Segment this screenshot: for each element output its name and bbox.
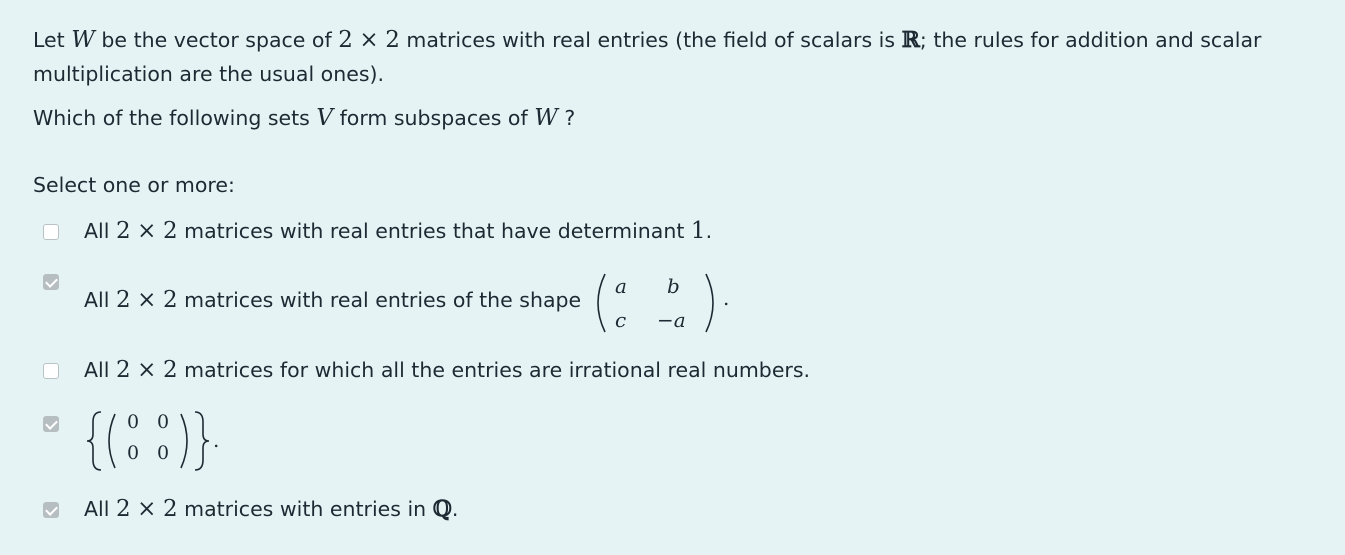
option-5-checkbox[interactable]	[43, 502, 59, 518]
dim-2: 2	[385, 27, 400, 53]
matrix-entry: c	[615, 308, 627, 332]
dim-2: 2	[162, 218, 178, 244]
dim-2: 2	[162, 496, 178, 522]
question-text: Let W be the vector space of 2 × 2 matri…	[33, 23, 1303, 91]
dim-2: 2	[115, 357, 131, 383]
times-symbol: ×	[137, 496, 157, 522]
period: .	[723, 286, 730, 310]
left-paren	[597, 273, 606, 333]
matrix-entry: a	[615, 274, 627, 298]
option-text: All	[84, 288, 110, 312]
times-symbol: ×	[137, 218, 157, 244]
symbol-rationals: ℚ	[432, 496, 452, 522]
option-text: All	[84, 219, 110, 243]
matrix-entry: 0	[157, 411, 170, 433]
option-text: All	[84, 358, 110, 382]
question-let: Let	[33, 28, 65, 52]
option-text: matrices with real entries that have det…	[184, 219, 685, 243]
option-2-checkbox[interactable]	[43, 274, 59, 290]
matrix-entry: 0	[127, 442, 140, 464]
option-text: matrices with entries in	[184, 497, 427, 521]
symbol-w: W	[71, 27, 95, 53]
symbol-v: V	[316, 105, 334, 131]
symbol-reals: ℝ	[901, 27, 920, 53]
option-5-label[interactable]: All 2 × 2 matrices with entries in ℚ.	[84, 494, 458, 524]
dim-2: 2	[115, 496, 131, 522]
option-text: matrices with real entries of the shape	[184, 288, 582, 312]
right-paren	[705, 273, 714, 333]
question-text-part: ?	[564, 106, 576, 130]
option-1-label[interactable]: All 2 × 2 matrices with real entries tha…	[84, 216, 712, 246]
dim-2: 2	[162, 357, 178, 383]
times-symbol: ×	[137, 287, 157, 313]
matrix-entry: −a	[657, 308, 686, 332]
right-brace	[194, 411, 210, 471]
question-text-part: multiplication are the usual ones).	[33, 62, 385, 86]
matrix-entry: b	[667, 274, 680, 298]
question-text-part: form subspaces of	[339, 106, 528, 130]
option-3-checkbox[interactable]	[43, 363, 59, 379]
period: .	[705, 219, 713, 243]
symbol-w: W	[534, 105, 558, 131]
zero-matrix-set[interactable]: 0 0 0 0 .	[85, 408, 245, 478]
left-paren	[108, 413, 116, 469]
dim-2: 2	[115, 218, 131, 244]
shape-matrix: a b c −a .	[593, 270, 743, 340]
question-text-part: be the vector space of	[101, 28, 332, 52]
option-2-label[interactable]: All 2 × 2 matrices with real entries of …	[84, 285, 581, 315]
option-4-checkbox[interactable]	[43, 416, 59, 432]
times-symbol: ×	[359, 27, 379, 53]
left-brace	[86, 411, 102, 471]
question-panel: Let W be the vector space of 2 × 2 matri…	[0, 0, 1345, 555]
question-prompt: Which of the following sets V form subsp…	[33, 101, 1303, 135]
option-text: All	[84, 497, 110, 521]
question-text-part: Which of the following sets	[33, 106, 310, 130]
select-prompt: Select one or more:	[33, 173, 235, 197]
determinant-value: 1	[690, 218, 706, 244]
period: .	[213, 428, 220, 452]
dim-2: 2	[115, 287, 131, 313]
period: .	[451, 497, 459, 521]
option-1-checkbox[interactable]	[43, 224, 59, 240]
times-symbol: ×	[137, 357, 157, 383]
matrix-entry: 0	[127, 411, 140, 433]
question-text-part: matrices with real entries (the field of…	[406, 28, 896, 52]
option-text: matrices for which all the entries are i…	[184, 358, 811, 382]
right-paren	[180, 413, 188, 469]
option-3-label[interactable]: All 2 × 2 matrices for which all the ent…	[84, 355, 810, 385]
matrix-entry: 0	[157, 442, 170, 464]
dim-2: 2	[338, 27, 353, 53]
question-text-part: ; the rules for addition and scalar	[919, 28, 1262, 52]
dim-2: 2	[162, 287, 178, 313]
